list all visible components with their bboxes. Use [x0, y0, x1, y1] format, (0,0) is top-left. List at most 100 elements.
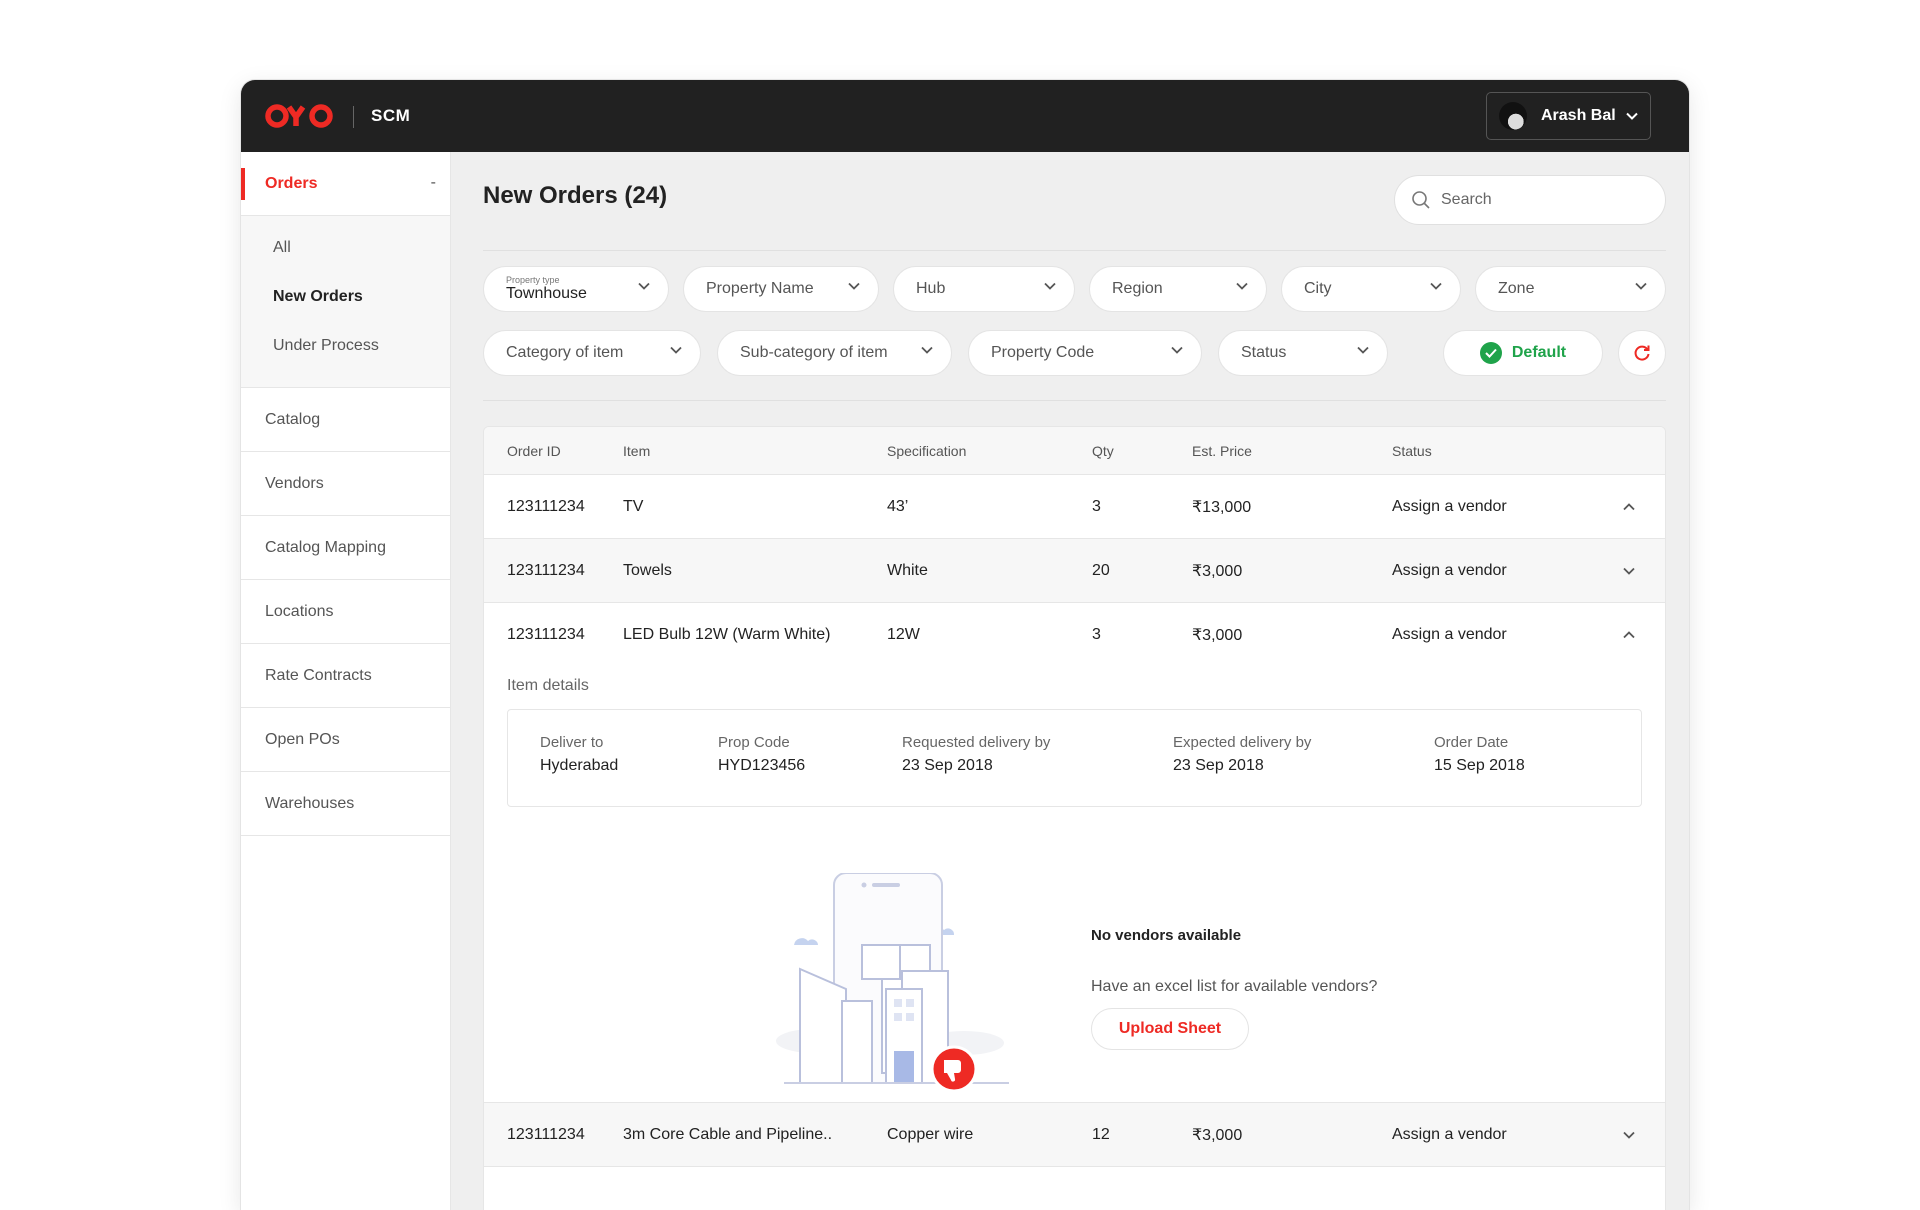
- column-header[interactable]: Qty: [1092, 427, 1114, 474]
- sidebar-item-orders[interactable]: Orders -: [241, 152, 450, 216]
- filter-region[interactable]: Region: [1089, 266, 1267, 312]
- filter-property-type[interactable]: Property type Townhouse: [483, 266, 669, 312]
- row-toggle[interactable]: [1623, 603, 1635, 667]
- top-bar: SCM Arash Bal: [241, 80, 1689, 152]
- orders-table: Order ID Item Specification Qty Est. Pri…: [483, 426, 1666, 1210]
- detail-key: Deliver to: [540, 734, 604, 751]
- table-row[interactable]: 123111234 LED Bulb 12W (Warm White) 12W …: [484, 603, 1665, 667]
- collapse-icon[interactable]: -: [431, 174, 436, 192]
- detail-value: 15 Sep 2018: [1434, 757, 1525, 774]
- sidebar-item-catalog[interactable]: Catalog: [241, 388, 450, 452]
- filter-category[interactable]: Category of item: [483, 330, 701, 376]
- sidebar-item-rate-contracts[interactable]: Rate Contracts: [241, 644, 450, 708]
- specification: 12W: [887, 626, 920, 643]
- oyo-logo-mark: [265, 104, 333, 128]
- column-header[interactable]: Specification: [887, 427, 966, 474]
- detail-value: HYD123456: [718, 757, 806, 774]
- table-row[interactable]: 123111234 Towels White 20 ₹3,000 Assign …: [484, 539, 1665, 603]
- detail-key: Expected delivery by: [1173, 734, 1312, 751]
- chevron-down-icon: [638, 282, 650, 290]
- default-button[interactable]: Default: [1443, 330, 1603, 376]
- quantity: 3: [1092, 497, 1101, 515]
- status-text: Assign a vendor: [1392, 561, 1507, 579]
- divider: [483, 400, 1666, 401]
- filter-label: Zone: [1498, 280, 1535, 297]
- item-name: Towels: [623, 561, 672, 579]
- table-row[interactable]: 123111234 3m Core Cable and Pipeline.. C…: [484, 1103, 1665, 1167]
- column-header[interactable]: Est. Price: [1192, 427, 1252, 474]
- table-row-expanded: 123111234 LED Bulb 12W (Warm White) 12W …: [484, 603, 1665, 1103]
- order-id: 123111234: [507, 561, 585, 579]
- row-toggle[interactable]: [1623, 1103, 1635, 1166]
- filter-status[interactable]: Status: [1218, 330, 1388, 376]
- chevron-down-icon: [1171, 346, 1183, 354]
- quantity: 20: [1092, 561, 1110, 579]
- specification: 43’: [887, 497, 909, 515]
- table-header: Order ID Item Specification Qty Est. Pri…: [484, 427, 1665, 475]
- column-header[interactable]: Status: [1392, 427, 1432, 474]
- chevron-down-icon: [1357, 346, 1369, 354]
- filter-label: Property type: [506, 275, 560, 285]
- filter-property-code[interactable]: Property Code: [968, 330, 1202, 376]
- filter-value: Townhouse: [506, 285, 587, 302]
- detail-value: Hyderabad: [540, 757, 619, 774]
- detail-value: 23 Sep 2018: [1173, 757, 1264, 774]
- sidebar-item-warehouses[interactable]: Warehouses: [241, 772, 450, 836]
- specification: Copper wire: [887, 1125, 974, 1143]
- sidebar-item-catalog-mapping[interactable]: Catalog Mapping: [241, 516, 450, 580]
- detail-key: Prop Code: [718, 734, 790, 751]
- upload-sheet-button[interactable]: Upload Sheet: [1091, 1008, 1249, 1050]
- no-vendors-illustration: [776, 873, 1009, 1093]
- row-toggle[interactable]: [1623, 539, 1635, 602]
- chevron-down-icon: [1430, 282, 1442, 290]
- filter-label: Property Code: [991, 344, 1095, 361]
- sidebar-item-vendors[interactable]: Vendors: [241, 452, 450, 516]
- status-text: Assign a vendor: [1392, 1125, 1507, 1143]
- user-name: Arash Bal: [1541, 107, 1616, 124]
- filter-zone[interactable]: Zone: [1475, 266, 1666, 312]
- sidebar-subitem-all[interactable]: All: [241, 232, 450, 281]
- oyo-logo[interactable]: [265, 102, 335, 130]
- main-content: New Orders (24) Property type Townhouse …: [451, 152, 1689, 1210]
- detail-key: Order Date: [1434, 734, 1509, 751]
- search-input[interactable]: [1441, 191, 1641, 209]
- item-name: TV: [623, 497, 644, 515]
- column-header[interactable]: Item: [623, 427, 650, 474]
- filter-city[interactable]: City: [1281, 266, 1461, 312]
- detail-value: 23 Sep 2018: [902, 757, 993, 774]
- user-menu[interactable]: Arash Bal: [1486, 92, 1651, 140]
- filter-property-name[interactable]: Property Name: [683, 266, 879, 312]
- sidebar-item-label: Orders: [265, 174, 318, 192]
- column-header[interactable]: Order ID: [507, 427, 561, 474]
- item-name: 3m Core Cable and Pipeline..: [623, 1125, 833, 1143]
- filter-hub[interactable]: Hub: [893, 266, 1075, 312]
- filter-label: Hub: [916, 280, 946, 297]
- quantity: 3: [1092, 626, 1101, 643]
- sidebar-subitem-new-orders[interactable]: New Orders: [241, 281, 450, 330]
- refresh-button[interactable]: [1618, 330, 1666, 376]
- detail-deliver-to: Deliver to Hyderabad: [540, 734, 618, 775]
- row-toggle[interactable]: [1623, 475, 1635, 538]
- chevron-down-icon: [1626, 112, 1638, 120]
- table-row[interactable]: 123111234 TV 43’ 3 ₹13,000 Assign a vend…: [484, 475, 1665, 539]
- sidebar-item-locations[interactable]: Locations: [241, 580, 450, 644]
- logo-divider: [353, 106, 354, 128]
- search-box[interactable]: [1394, 175, 1666, 225]
- item-details-box: Deliver to Hyderabad Prop Code HYD123456…: [507, 709, 1642, 807]
- order-id: 123111234: [507, 626, 585, 643]
- detail-requested-delivery: Requested delivery by 23 Sep 2018: [902, 734, 1050, 775]
- filter-sub-category[interactable]: Sub-category of item: [717, 330, 952, 376]
- filter-label: Status: [1241, 344, 1287, 361]
- order-id: 123111234: [507, 1125, 585, 1143]
- sidebar-subitem-under-process[interactable]: Under Process: [241, 330, 450, 379]
- est-price: ₹13,000: [1192, 498, 1252, 516]
- chevron-down-icon: [1236, 282, 1248, 290]
- filter-label: Property Name: [706, 280, 814, 297]
- est-price: ₹3,000: [1192, 1126, 1243, 1144]
- detail-order-date: Order Date 15 Sep 2018: [1434, 734, 1525, 775]
- chevron-down-icon: [1623, 1131, 1635, 1139]
- chevron-up-icon: [1623, 631, 1635, 639]
- sidebar-item-open-pos[interactable]: Open POs: [241, 708, 450, 772]
- orders-submenu: All New Orders Under Process: [241, 216, 450, 388]
- check-circle-icon: [1479, 342, 1502, 364]
